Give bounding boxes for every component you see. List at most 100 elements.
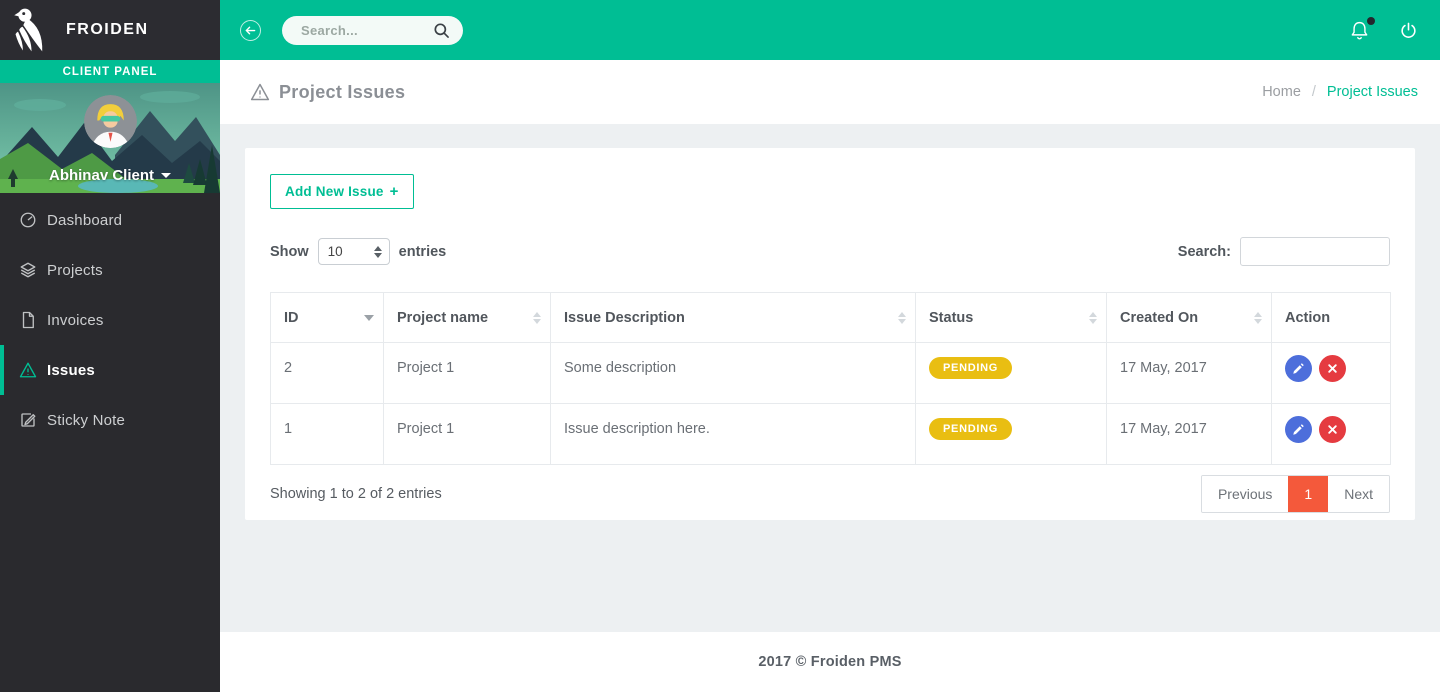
cell-status: PENDING	[916, 343, 1107, 404]
entries-label: entries	[399, 244, 447, 260]
table-search-label: Search:	[1178, 244, 1231, 260]
topbar-actions	[1349, 20, 1418, 41]
sidebar: FROIDEN CLIENT PANEL	[0, 0, 220, 692]
pagination-page-1-button[interactable]: 1	[1288, 476, 1328, 512]
edit-issue-button[interactable]	[1285, 416, 1312, 443]
page-length-select[interactable]: 10	[318, 238, 390, 265]
status-badge: PENDING	[929, 418, 1012, 440]
warning-triangle-icon	[250, 82, 270, 102]
page-length-value: 10	[328, 244, 343, 259]
sidebar-item-label: Dashboard	[47, 212, 122, 229]
content-area: Add New Issue + Show 10 entries Search:	[220, 124, 1440, 632]
page-length-control: Show 10 entries	[270, 238, 446, 265]
table-info: Showing 1 to 2 of 2 entries	[270, 486, 442, 502]
sidebar-item-label: Issues	[47, 362, 95, 379]
table-row: 1 Project 1 Issue description here. PEND…	[271, 404, 1391, 465]
page-header: Project Issues Home / Project Issues	[220, 60, 1440, 124]
sidebar-item-label: Sticky Note	[47, 412, 125, 429]
cell-status: PENDING	[916, 404, 1107, 465]
layers-icon	[19, 261, 37, 279]
issues-card: Add New Issue + Show 10 entries Search:	[245, 148, 1415, 520]
column-header-issue-description[interactable]: Issue Description	[551, 293, 916, 343]
breadcrumb: Home / Project Issues	[1262, 84, 1418, 100]
table-row: 2 Project 1 Some description PENDING 17 …	[271, 343, 1391, 404]
sidebar-item-dashboard[interactable]: Dashboard	[0, 195, 220, 245]
user-menu-toggle[interactable]: Abhinav Client	[0, 167, 220, 184]
global-search	[282, 16, 463, 45]
file-icon	[19, 311, 37, 329]
avatar[interactable]	[84, 95, 137, 148]
status-badge: PENDING	[929, 357, 1012, 379]
sidebar-item-label: Invoices	[47, 312, 104, 329]
sidebar-item-issues[interactable]: Issues	[0, 345, 220, 395]
client-panel-label: CLIENT PANEL	[63, 66, 158, 78]
pagination-next-button[interactable]: Next	[1328, 476, 1389, 512]
table-header-row: ID Project name Issue Description S	[271, 293, 1391, 343]
global-search-input[interactable]	[282, 23, 433, 38]
sidebar-item-invoices[interactable]: Invoices	[0, 295, 220, 345]
logout-button[interactable]	[1399, 21, 1418, 40]
delete-issue-button[interactable]	[1319, 416, 1346, 443]
edit-note-icon	[19, 411, 37, 429]
search-icon[interactable]	[433, 22, 450, 39]
sort-desc-icon	[364, 315, 374, 321]
column-header-status[interactable]: Status	[916, 293, 1107, 343]
cell-action	[1272, 343, 1391, 404]
cell-project: Project 1	[384, 343, 551, 404]
column-header-id[interactable]: ID	[271, 293, 384, 343]
notifications-button[interactable]	[1349, 20, 1370, 41]
breadcrumb-home-link[interactable]: Home	[1262, 84, 1301, 100]
bird-logo-icon	[14, 7, 54, 53]
pagination-previous-button[interactable]: Previous	[1202, 476, 1288, 512]
column-header-project-name[interactable]: Project name	[384, 293, 551, 343]
cell-id: 2	[271, 343, 384, 404]
sidebar-item-sticky-note[interactable]: Sticky Note	[0, 395, 220, 445]
power-icon	[1399, 21, 1418, 40]
cross-icon	[1327, 363, 1338, 374]
edit-issue-button[interactable]	[1285, 355, 1312, 382]
brand-logo: FROIDEN	[0, 0, 220, 60]
speedometer-icon	[19, 211, 37, 229]
cell-created: 17 May, 2017	[1107, 404, 1272, 465]
sidebar-collapse-button[interactable]	[240, 20, 261, 41]
chevron-down-icon	[161, 173, 171, 178]
sidebar-item-projects[interactable]: Projects	[0, 245, 220, 295]
cross-icon	[1327, 424, 1338, 435]
brand-name: FROIDEN	[66, 21, 149, 39]
cell-created: 17 May, 2017	[1107, 343, 1272, 404]
sort-both-icon	[898, 312, 906, 324]
warning-triangle-icon	[19, 361, 37, 379]
pencil-icon	[1292, 362, 1305, 375]
footer-text: 2017 © Froiden PMS	[758, 654, 901, 670]
sidebar-menu: Dashboard Projects Invoices Issues	[0, 193, 220, 445]
table-footer: Showing 1 to 2 of 2 entries Previous 1 N…	[270, 475, 1390, 513]
cell-action	[1272, 404, 1391, 465]
issues-table: ID Project name Issue Description S	[270, 292, 1391, 465]
cell-description: Some description	[551, 343, 916, 404]
breadcrumb-current: Project Issues	[1327, 84, 1418, 100]
user-name: Abhinav Client	[49, 167, 154, 184]
sidebar-item-label: Projects	[47, 262, 103, 279]
show-label: Show	[270, 244, 309, 260]
plus-icon: +	[390, 183, 399, 200]
column-header-created-on[interactable]: Created On	[1107, 293, 1272, 343]
notification-badge-dot	[1367, 17, 1375, 25]
page-title-text: Project Issues	[279, 82, 405, 103]
profile-section: Abhinav Client	[0, 83, 220, 193]
select-stepper-icon	[374, 246, 382, 258]
add-new-issue-button[interactable]: Add New Issue +	[270, 174, 414, 209]
pagination: Previous 1 Next	[1201, 475, 1390, 513]
sort-both-icon	[533, 312, 541, 324]
pencil-icon	[1292, 423, 1305, 436]
table-controls: Show 10 entries Search:	[270, 237, 1390, 266]
page-title: Project Issues	[250, 82, 405, 103]
app-root: FROIDEN CLIENT PANEL	[0, 0, 1440, 692]
column-header-action: Action	[1272, 293, 1391, 343]
sort-both-icon	[1254, 312, 1262, 324]
breadcrumb-separator: /	[1312, 84, 1316, 100]
table-search-input[interactable]	[1240, 237, 1390, 266]
cell-id: 1	[271, 404, 384, 465]
delete-issue-button[interactable]	[1319, 355, 1346, 382]
sort-both-icon	[1089, 312, 1097, 324]
cell-description: Issue description here.	[551, 404, 916, 465]
